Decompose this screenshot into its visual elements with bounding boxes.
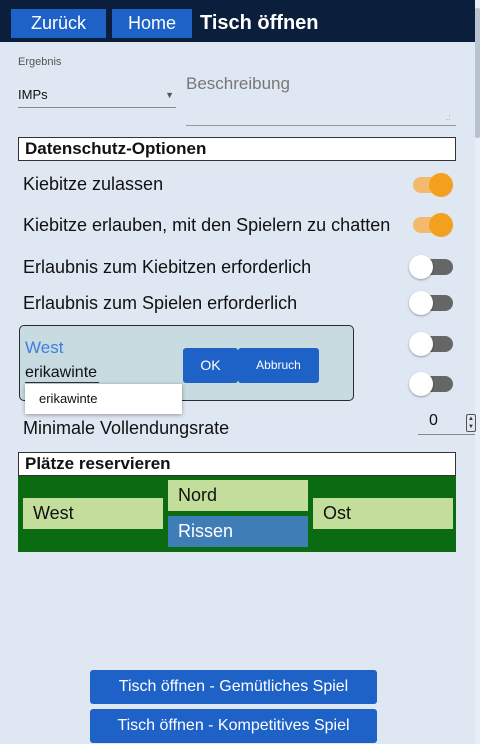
seat-south[interactable]: Rissen bbox=[168, 516, 308, 547]
seat-east[interactable]: Ost bbox=[313, 498, 453, 529]
home-button[interactable]: Home bbox=[112, 9, 192, 38]
min-completion-input[interactable]: 0 bbox=[429, 412, 438, 430]
toggle-option-6[interactable] bbox=[407, 372, 455, 396]
back-button[interactable]: Zurück bbox=[11, 9, 106, 38]
min-completion-label: Minimale Vollendungsrate bbox=[23, 418, 230, 438]
open-table-casual-button[interactable]: Tisch öffnen - Gemütliches Spiel bbox=[90, 670, 377, 704]
ok-button[interactable]: OK bbox=[183, 348, 238, 383]
resize-handle-icon[interactable]: .: bbox=[446, 113, 450, 122]
option-label-kibitzer-chat: Kiebitze erlauben, mit den Spielern zu c… bbox=[23, 215, 391, 235]
stepper-icon[interactable]: ▲ ▼ bbox=[466, 414, 476, 432]
toggle-play-permission[interactable] bbox=[407, 291, 455, 315]
autocomplete-suggestion[interactable]: erikawinte bbox=[25, 384, 182, 414]
min-completion-underline bbox=[418, 434, 475, 435]
seat-north[interactable]: Nord bbox=[168, 480, 308, 511]
toggle-option-5[interactable] bbox=[407, 332, 455, 356]
open-table-competitive-button[interactable]: Tisch öffnen - Kompetitives Spiel bbox=[90, 709, 377, 743]
cancel-button[interactable]: Abbruch bbox=[238, 348, 319, 383]
scrollbar-thumb[interactable] bbox=[475, 8, 480, 138]
toggle-kibitzer-chat[interactable] bbox=[407, 213, 455, 237]
player-name-input[interactable]: erikawinte bbox=[25, 364, 100, 383]
page-title: Tisch öffnen bbox=[200, 12, 319, 34]
seat-area: West Nord Rissen Ost bbox=[18, 476, 456, 552]
option-label-kibitz-permission: Erlaubnis zum Kiebitzen erforderlich bbox=[23, 257, 312, 277]
privacy-heading: Datenschutz-Optionen bbox=[18, 137, 456, 161]
description-underline bbox=[186, 125, 456, 126]
option-label-allow-kibitzers: Kiebitze zulassen bbox=[23, 174, 164, 194]
dialog-seat-title: West bbox=[25, 338, 64, 357]
seat-west[interactable]: West bbox=[23, 498, 163, 529]
toggle-allow-kibitzers[interactable] bbox=[407, 173, 455, 197]
caret-down-icon: ▼ bbox=[165, 90, 174, 100]
reserve-heading: Plätze reservieren bbox=[18, 452, 456, 476]
toggle-kibitz-permission[interactable] bbox=[407, 255, 455, 279]
result-select[interactable]: IMPs ▼ bbox=[18, 82, 176, 108]
result-select-value: IMPs bbox=[18, 87, 48, 102]
result-label: Ergebnis bbox=[18, 56, 62, 68]
option-label-play-permission: Erlaubnis zum Spielen erforderlich bbox=[23, 293, 298, 313]
description-field[interactable]: Beschreibung bbox=[186, 74, 290, 94]
